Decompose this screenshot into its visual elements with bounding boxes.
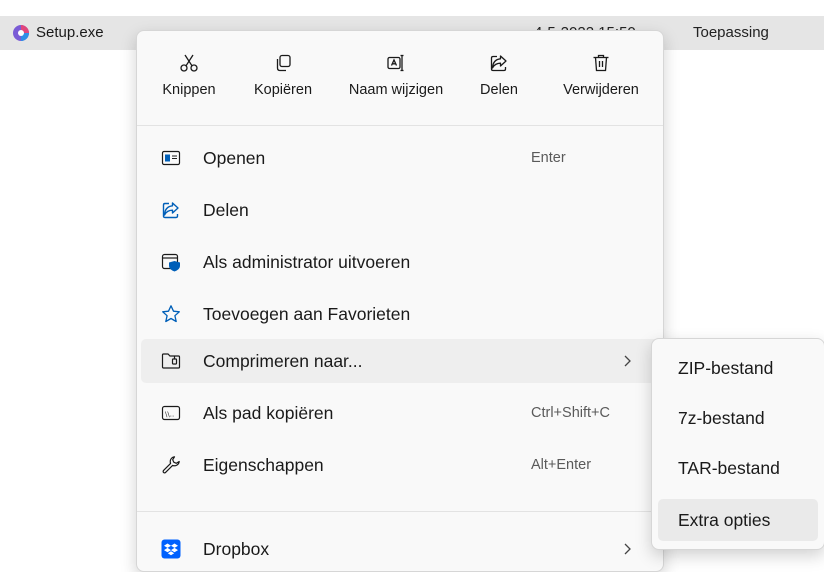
menu-item-label: Comprimeren naar... <box>203 351 363 371</box>
cut-label: Knippen <box>162 82 216 98</box>
wrench-icon <box>162 456 180 474</box>
menu-item-shortcut: Ctrl+Shift+C <box>531 405 610 421</box>
menu-divider <box>137 511 663 512</box>
menu-item-run-as-admin[interactable]: Als administrator uitvoeren <box>141 240 659 284</box>
rename-icon <box>387 54 404 72</box>
menu-item-copy-as-path[interactable]: \\.. Als pad kopiëren Ctrl+Shift+C <box>141 391 659 435</box>
copy-path-icon: \\.. <box>161 405 181 421</box>
share-icon <box>162 202 179 219</box>
submenu-item-tar[interactable]: TAR-bestand <box>658 447 818 489</box>
dropbox-icon <box>161 539 181 559</box>
menu-item-label: Dropbox <box>203 539 270 559</box>
copy-label: Kopiëren <box>253 82 313 98</box>
open-window-icon <box>161 150 181 166</box>
compress-submenu: ZIP-bestand 7z-bestand TAR-bestand Extra… <box>651 338 824 550</box>
submenu-item-extra-options[interactable]: Extra opties <box>658 499 818 541</box>
delete-button[interactable]: Verwijderen <box>547 53 655 113</box>
menu-item-label: Toevoegen aan Favorieten <box>203 304 411 324</box>
context-menu: Knippen Kopiëren Naam wijzigen Delen Ver… <box>136 30 664 572</box>
svg-text:\\..: \\.. <box>165 411 174 419</box>
rename-button[interactable]: Naam wijzigen <box>333 53 459 113</box>
share-icon <box>490 55 507 72</box>
chevron-right-icon <box>624 543 631 555</box>
trash-icon <box>593 54 609 72</box>
menu-item-shortcut: Alt+Enter <box>531 457 592 473</box>
submenu-item-label: TAR-bestand <box>678 458 780 478</box>
menu-item-shortcut: Enter <box>531 150 566 166</box>
scissors-icon <box>180 54 198 72</box>
delete-label: Verwijderen <box>563 82 639 98</box>
file-type: Toepassing <box>693 24 769 41</box>
setup-app-icon <box>13 25 29 41</box>
share-label: Delen <box>480 82 518 98</box>
menu-item-label: Openen <box>203 148 266 168</box>
menu-item-open[interactable]: Openen Enter <box>141 136 659 180</box>
menu-item-label: Als administrator uitvoeren <box>203 252 411 272</box>
rename-label: Naam wijzigen <box>348 82 444 98</box>
quick-actions-bar: Knippen Kopiëren Naam wijzigen Delen Ver… <box>137 31 663 125</box>
copy-button[interactable]: Kopiëren <box>241 53 325 113</box>
menu-item-compress-to[interactable]: Comprimeren naar... <box>141 339 659 383</box>
admin-shield-icon <box>161 253 180 272</box>
compress-folder-icon <box>161 353 181 369</box>
submenu-item-7z[interactable]: 7z-bestand <box>658 397 818 439</box>
copy-icon <box>276 54 291 72</box>
file-name: Setup.exe <box>36 24 104 41</box>
menu-item-add-favorites[interactable]: Toevoegen aan Favorieten <box>141 292 659 336</box>
submenu-item-zip[interactable]: ZIP-bestand <box>658 347 818 389</box>
menu-divider <box>137 125 663 126</box>
menu-item-properties[interactable]: Eigenschappen Alt+Enter <box>141 443 659 487</box>
share-button[interactable]: Delen <box>471 53 527 113</box>
menu-item-dropbox[interactable]: Dropbox <box>141 527 659 571</box>
menu-item-share[interactable]: Delen <box>141 188 659 232</box>
cut-button[interactable]: Knippen <box>151 53 227 113</box>
menu-item-label: Eigenschappen <box>203 455 324 475</box>
submenu-item-label: 7z-bestand <box>678 408 765 428</box>
star-icon <box>162 305 180 323</box>
menu-item-label: Als pad kopiëren <box>203 403 334 423</box>
chevron-right-icon <box>624 355 631 367</box>
menu-item-label: Delen <box>203 200 249 220</box>
submenu-item-label: Extra opties <box>678 510 771 530</box>
submenu-item-label: ZIP-bestand <box>678 358 774 378</box>
